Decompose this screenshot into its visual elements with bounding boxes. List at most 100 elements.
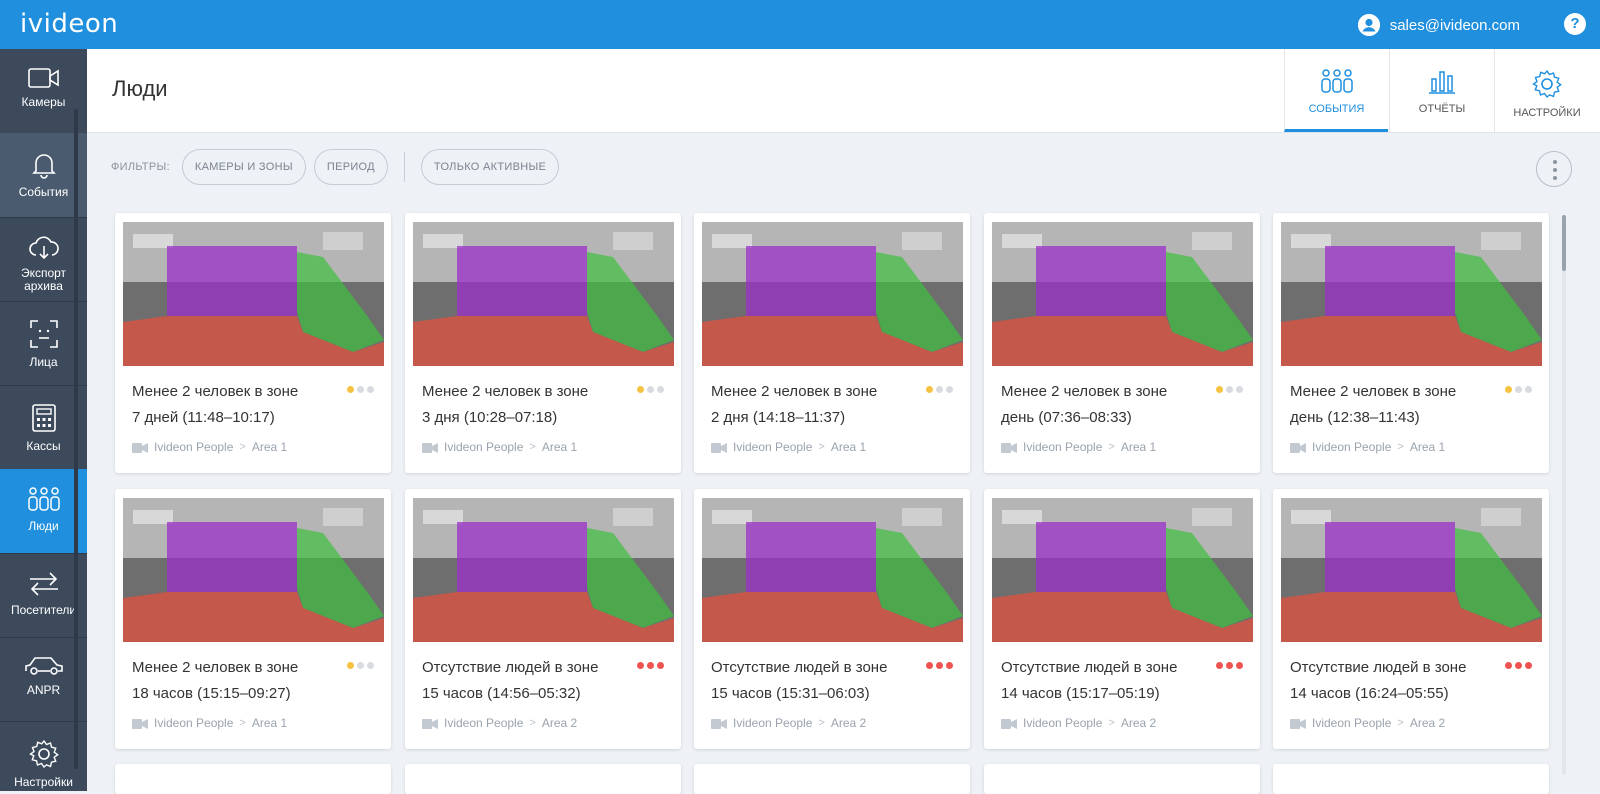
sidebar-item-label: Камеры: [21, 95, 66, 109]
event-card[interactable]: Отсутствие людей в зоне 14 часов (16:24–0…: [1273, 489, 1549, 749]
event-thumbnail[interactable]: [123, 222, 384, 366]
event-card[interactable]: [405, 764, 681, 794]
event-thumbnail[interactable]: [413, 222, 674, 366]
camera-icon: [1001, 442, 1017, 453]
camera-name[interactable]: Ivideon People: [733, 440, 812, 454]
area-name[interactable]: Area 1: [542, 440, 577, 454]
help-button[interactable]: ?: [1564, 13, 1586, 35]
event-thumbnail[interactable]: [1281, 498, 1542, 642]
severity-indicator: [1216, 386, 1243, 393]
tab-reports[interactable]: ОТЧЁТЫ: [1389, 49, 1494, 132]
severity-dot: [347, 662, 354, 669]
camera-name[interactable]: Ivideon People: [154, 716, 233, 730]
ivideon-logo[interactable]: ivideon: [20, 9, 118, 39]
severity-dot: [657, 662, 664, 669]
event-source: Ivideon People > Area 2: [422, 716, 577, 730]
event-duration: 18 часов (15:15–09:27): [132, 685, 291, 702]
camera-name[interactable]: Ivideon People: [1312, 440, 1391, 454]
severity-indicator: [347, 662, 374, 669]
event-card[interactable]: Отсутствие людей в зоне 14 часов (15:17–0…: [984, 489, 1260, 749]
area-name[interactable]: Area 1: [252, 716, 287, 730]
chart-icon: [1429, 71, 1455, 94]
area-name[interactable]: Area 2: [542, 716, 577, 730]
camera-icon: [132, 442, 148, 453]
event-source: Ivideon People > Area 2: [1290, 716, 1445, 730]
camera-name[interactable]: Ivideon People: [444, 716, 523, 730]
event-card[interactable]: Менее 2 человек в зоне 3 дня (10:28–07:18…: [405, 213, 681, 473]
event-thumbnail[interactable]: [992, 498, 1253, 642]
event-card[interactable]: Менее 2 человек в зоне 7 дней (11:48–10:1…: [115, 213, 391, 473]
severity-dot: [357, 386, 364, 393]
sidebar-scrollbar[interactable]: [74, 109, 78, 769]
area-name[interactable]: Area 1: [252, 440, 287, 454]
filter-active-only[interactable]: ТОЛЬКО АКТИВНЫЕ: [420, 149, 560, 185]
event-thumbnail[interactable]: [702, 222, 963, 366]
severity-dot: [367, 662, 374, 669]
user-menu[interactable]: sales@ivideon.com: [1357, 14, 1520, 36]
area-name[interactable]: Area 2: [1121, 716, 1156, 730]
event-duration: 15 часов (14:56–05:32): [422, 685, 581, 702]
event-card[interactable]: Отсутствие людей в зоне 15 часов (15:31–0…: [694, 489, 970, 749]
camera-icon: [711, 442, 727, 453]
event-source: Ivideon People > Area 1: [1290, 440, 1445, 454]
camera-name[interactable]: Ivideon People: [1312, 716, 1391, 730]
event-thumbnail[interactable]: [413, 498, 674, 642]
camera-icon: [422, 718, 438, 729]
area-name[interactable]: Area 2: [831, 716, 866, 730]
filter-divider: [403, 152, 405, 182]
camera-icon: [1290, 718, 1306, 729]
event-card[interactable]: [1273, 764, 1549, 794]
people-icon: [1320, 69, 1353, 93]
area-name[interactable]: Area 1: [1121, 440, 1156, 454]
area-name[interactable]: Area 2: [1410, 716, 1445, 730]
tab-label: ОТЧЁТЫ: [1418, 103, 1466, 115]
event-thumbnail[interactable]: [992, 222, 1253, 366]
area-name[interactable]: Area 1: [1410, 440, 1445, 454]
user-email[interactable]: sales@ivideon.com: [1390, 17, 1520, 34]
event-title: Отсутствие людей в зоне: [1290, 659, 1467, 676]
car-icon: [24, 657, 63, 675]
user-avatar-icon: [1357, 14, 1380, 36]
event-card[interactable]: Менее 2 человек в зоне день (07:36–08:33)…: [984, 213, 1260, 473]
severity-indicator: [637, 662, 664, 669]
severity-dot: [1226, 662, 1233, 669]
event-thumbnail[interactable]: [1281, 222, 1542, 366]
camera-name[interactable]: Ivideon People: [1023, 716, 1102, 730]
filter-cameras-zones[interactable]: КАМЕРЫ И ЗОНЫ: [181, 149, 306, 185]
event-card[interactable]: Отсутствие людей в зоне 15 часов (14:56–0…: [405, 489, 681, 749]
event-card[interactable]: [694, 764, 970, 794]
camera-name[interactable]: Ivideon People: [1023, 440, 1102, 454]
tab-settings[interactable]: НАСТРОЙКИ: [1494, 49, 1599, 132]
event-card[interactable]: [115, 764, 391, 794]
chevron-right-icon: >: [1397, 717, 1404, 729]
event-source: Ivideon People > Area 1: [711, 440, 866, 454]
camera-name[interactable]: Ivideon People: [733, 716, 812, 730]
content-scrollbar[interactable]: [1562, 215, 1566, 775]
event-title: Менее 2 человек в зоне: [1290, 383, 1457, 400]
camera-name[interactable]: Ivideon People: [154, 440, 233, 454]
severity-dot: [1216, 662, 1223, 669]
sidebar: Камеры События Экспорт архива Лица Кассы…: [0, 49, 87, 791]
event-card[interactable]: Менее 2 человек в зоне 18 часов (15:15–09…: [115, 489, 391, 749]
event-card[interactable]: Менее 2 человек в зоне день (12:38–11:43)…: [1273, 213, 1549, 473]
camera-name[interactable]: Ivideon People: [444, 440, 523, 454]
content-scrollbar-thumb[interactable]: [1562, 215, 1566, 271]
severity-indicator: [1505, 386, 1532, 393]
event-duration: 2 дня (14:18–11:37): [711, 409, 846, 426]
tab-label: НАСТРОЙКИ: [1513, 107, 1581, 119]
more-options-button[interactable]: [1536, 151, 1572, 187]
area-name[interactable]: Area 1: [831, 440, 866, 454]
severity-dot: [1505, 662, 1512, 669]
event-card[interactable]: Менее 2 человек в зоне 2 дня (14:18–11:37…: [694, 213, 970, 473]
event-thumbnail[interactable]: [123, 498, 384, 642]
tab-events[interactable]: СОБЫТИЯ: [1284, 49, 1388, 132]
severity-dot: [637, 386, 644, 393]
event-source: Ivideon People > Area 1: [132, 716, 287, 730]
event-duration: 14 часов (15:17–05:19): [1001, 685, 1160, 702]
event-card[interactable]: [984, 764, 1260, 794]
cash-register-icon: [31, 404, 56, 432]
chevron-right-icon: >: [239, 441, 246, 453]
filter-period[interactable]: ПЕРИОД: [313, 149, 388, 185]
severity-dot: [657, 386, 664, 393]
event-thumbnail[interactable]: [702, 498, 963, 642]
